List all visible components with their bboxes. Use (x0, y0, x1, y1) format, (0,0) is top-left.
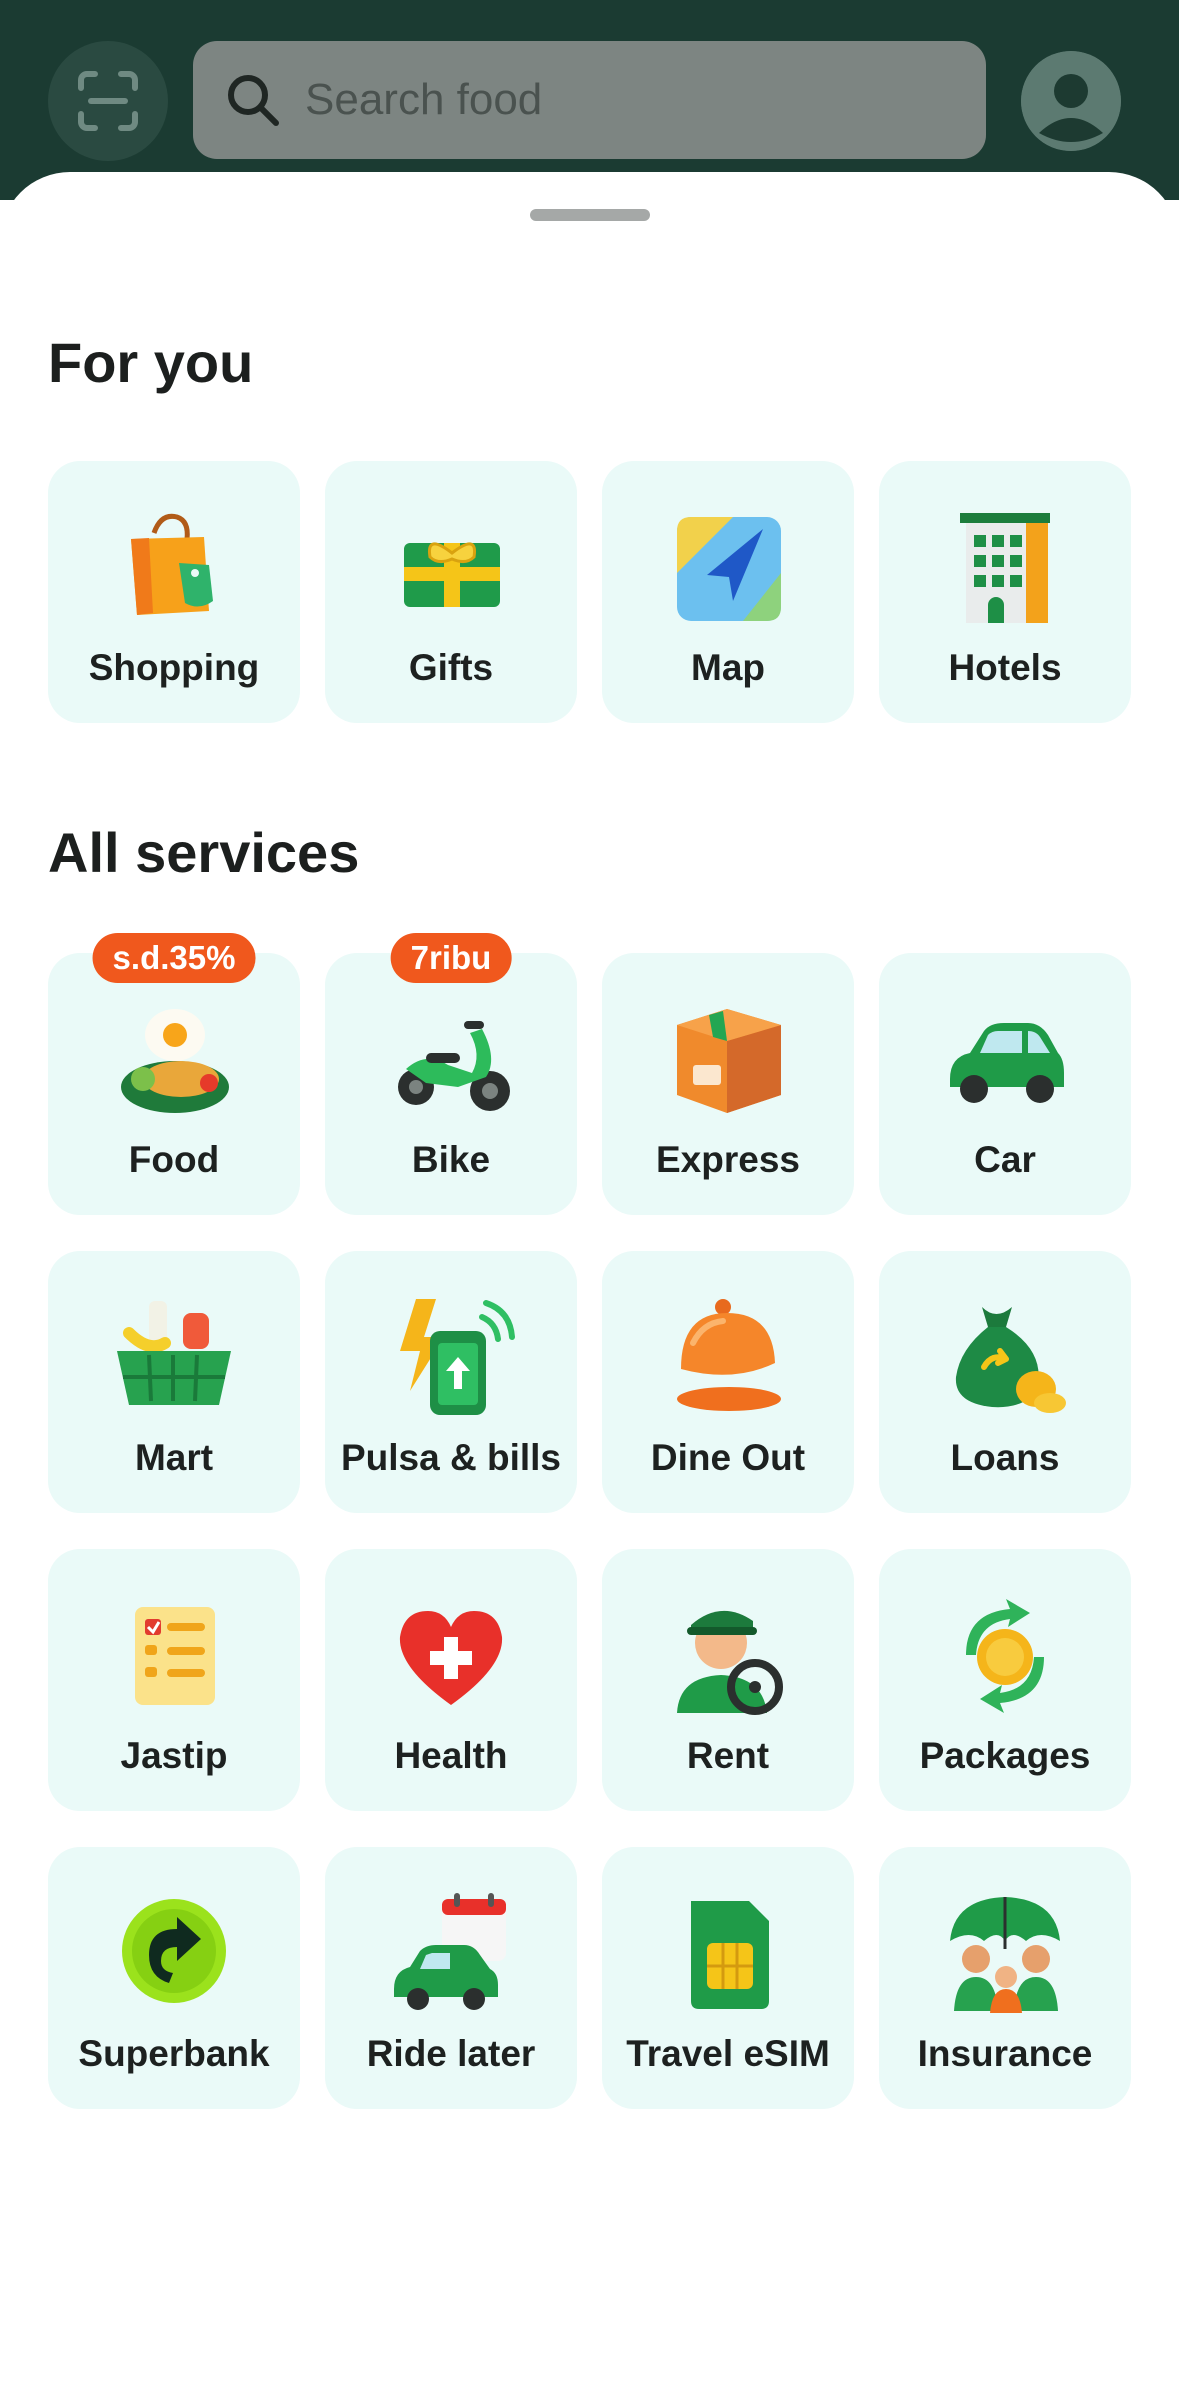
promo-badge: 7ribu (390, 933, 512, 983)
tile-health[interactable]: Health (325, 1549, 577, 1811)
tile-label: Hotels (948, 647, 1062, 688)
tile-label: Ride later (366, 2033, 536, 2074)
services-sheet: For you Shopping Gifts Map Hotels All se… (0, 172, 1179, 2396)
tile-dine-out[interactable]: Dine Out (602, 1251, 854, 1513)
profile-avatar[interactable] (1021, 51, 1121, 151)
tile-ride-later[interactable]: Ride later (325, 1847, 577, 2109)
cloche-icon (677, 1299, 781, 1411)
tile-label: Jastip (120, 1735, 228, 1776)
tile-label: Food (128, 1139, 220, 1180)
package-icon (677, 1009, 781, 1113)
tile-gifts[interactable]: Gifts (325, 461, 577, 723)
shopping-bag-icon (131, 513, 213, 615)
tile-loans[interactable]: Loans (879, 1251, 1131, 1513)
phone-bolt-icon (400, 1299, 515, 1415)
heart-cross-icon (399, 1611, 503, 1705)
tile-label: Bike (411, 1139, 491, 1180)
bike-icon (398, 1021, 510, 1111)
hotel-icon (960, 513, 1050, 623)
for-you-title: For you (48, 331, 254, 394)
tile-label: Car (974, 1139, 1036, 1180)
profile-avatar-icon (1021, 51, 1121, 151)
tile-label: Mart (134, 1437, 214, 1478)
tile-car[interactable]: Car (879, 953, 1131, 1215)
tile-pulsa-bills[interactable]: Pulsa & bills (325, 1251, 577, 1513)
car-calendar-icon (394, 1893, 506, 2010)
sheet-drag-handle[interactable] (530, 209, 650, 221)
driver-icon (677, 1610, 783, 1715)
tile-packages[interactable]: Packages (879, 1549, 1131, 1811)
tile-label: Travel eSIM (626, 2033, 830, 2074)
coin-cycle-icon (966, 1599, 1044, 1713)
header-bar (0, 0, 1179, 200)
money-bag-icon (955, 1307, 1066, 1413)
grocery-basket-icon (117, 1301, 231, 1405)
food-icon (121, 1009, 229, 1113)
for-you-grid: Shopping Gifts Map Hotels (48, 461, 1131, 723)
search-input[interactable] (303, 74, 986, 126)
tile-express[interactable]: Express (602, 953, 854, 1215)
tile-label: Health (394, 1735, 508, 1776)
all-services-grid: s.d.35% Food 7ribu Bike Express Car Mart… (48, 933, 1131, 2109)
all-services-title: All services (48, 821, 360, 884)
tile-map[interactable]: Map (602, 461, 854, 723)
tile-label: Packages (919, 1735, 1091, 1776)
sim-card-icon (691, 1901, 769, 2009)
tile-label: Dine Out (650, 1437, 806, 1478)
tile-shopping[interactable]: Shopping (48, 461, 300, 723)
promo-badge: s.d.35% (92, 933, 256, 983)
tile-label: Rent (686, 1735, 770, 1776)
tile-bike[interactable]: 7ribu Bike (325, 933, 577, 1215)
search-bar[interactable] (193, 41, 986, 159)
tile-travel-esim[interactable]: Travel eSIM (602, 1847, 854, 2109)
family-umbrella-icon (950, 1897, 1060, 2013)
tile-rent[interactable]: Rent (602, 1549, 854, 1811)
tile-label: Shopping (88, 647, 260, 688)
tile-label: Map (691, 647, 765, 688)
tile-label: Superbank (78, 2033, 270, 2074)
gift-icon (404, 542, 500, 607)
tile-jastip[interactable]: Jastip (48, 1549, 300, 1811)
checklist-icon (135, 1607, 215, 1705)
tile-hotels[interactable]: Hotels (879, 461, 1131, 723)
search-icon (228, 75, 279, 126)
tile-label: Gifts (408, 647, 494, 688)
tile-label: Pulsa & bills (340, 1437, 561, 1478)
tile-label: Loans (950, 1437, 1060, 1478)
tile-insurance[interactable]: Insurance (879, 1847, 1131, 2109)
scan-icon (78, 71, 138, 131)
tile-food[interactable]: s.d.35% Food (48, 933, 300, 1215)
tile-label: Express (656, 1139, 800, 1180)
tile-mart[interactable]: Mart (48, 1251, 300, 1513)
tile-superbank[interactable]: Superbank (48, 1847, 300, 2109)
tile-label: Insurance (917, 2033, 1093, 2074)
map-icon (677, 517, 781, 621)
scan-button[interactable] (48, 41, 168, 161)
car-icon (950, 1023, 1064, 1103)
superbank-icon (122, 1899, 226, 2003)
